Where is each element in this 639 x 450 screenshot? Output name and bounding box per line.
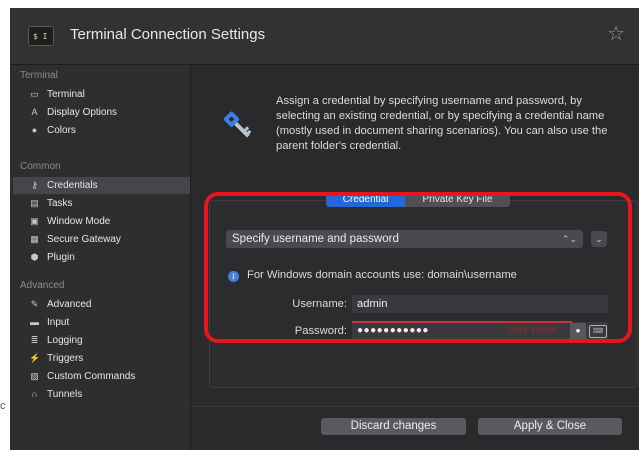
sidebar-section-terminal: Terminal — [20, 70, 58, 81]
sidebar-item-display-options[interactable]: A Display Options — [13, 104, 190, 121]
show-password-toggle[interactable]: ● — [570, 323, 586, 339]
keyboard-icon: ▬ — [30, 317, 39, 327]
terminal-icon: ▭ — [30, 89, 39, 99]
credential-description: Assign a credential by specifying userna… — [276, 95, 608, 152]
sidebar-item-secure-gateway[interactable]: ▦ Secure Gateway — [13, 231, 190, 248]
custom-commands-icon: ▧ — [30, 371, 39, 381]
sidebar-item-terminal[interactable]: ▭ Terminal — [13, 86, 190, 103]
sidebar-item-label: Tasks — [47, 198, 73, 209]
chevron-up-down-icon: ⌃⌄ — [561, 234, 577, 244]
username-value: admin — [357, 298, 388, 310]
colors-icon: ● — [31, 125, 38, 135]
domain-hint-text: For Windows domain accounts use: domain\… — [247, 269, 517, 281]
password-label: Password: — [294, 325, 347, 337]
sidebar: Terminal ▭ Terminal A Display Options ● … — [10, 65, 191, 450]
window-title: Terminal Connection Settings — [70, 26, 266, 43]
plugin-icon: ⬢ — [30, 252, 39, 262]
sidebar-item-advanced[interactable]: ✎ Advanced — [13, 296, 190, 313]
password-strength-bar — [352, 321, 572, 323]
sidebar-item-label: Triggers — [47, 353, 84, 364]
username-field[interactable]: admin — [352, 295, 608, 313]
sidebar-item-custom-commands[interactable]: ▧ Custom Commands — [13, 368, 190, 385]
credential-key-icon — [223, 111, 252, 138]
discard-changes-button[interactable]: Discard changes — [321, 418, 466, 435]
sidebar-item-label: Credentials — [47, 180, 98, 191]
sidebar-item-tasks[interactable]: ▤ Tasks — [13, 195, 190, 212]
sidebar-item-credentials[interactable]: ⚷ Credentials — [13, 177, 190, 194]
username-label: Username: — [292, 298, 347, 310]
sidebar-item-label: Custom Commands — [47, 371, 136, 382]
background-fragment: c — [0, 400, 6, 412]
terminal-app-icon: $ I — [28, 26, 54, 46]
settings-window: $ I Terminal Connection Settings ☆ Termi… — [10, 8, 639, 450]
sidebar-item-label: Window Mode — [47, 216, 111, 227]
credential-panel — [209, 200, 638, 388]
sidebar-item-label: Secure Gateway — [47, 234, 121, 245]
credentials-pane: Assign a credential by specifying userna… — [191, 65, 639, 450]
display-options-icon: A — [31, 107, 38, 117]
sidebar-section-advanced: Advanced — [20, 280, 65, 291]
title-bar: $ I Terminal Connection Settings ☆ — [10, 8, 639, 65]
logging-icon: ≣ — [30, 335, 39, 345]
sidebar-item-colors[interactable]: ● Colors — [13, 122, 190, 139]
sidebar-item-label: Logging — [47, 335, 83, 346]
window-mode-icon: ▣ — [30, 216, 39, 226]
sidebar-item-window-mode[interactable]: ▣ Window Mode — [13, 213, 190, 230]
credential-options-button[interactable]: ⌄ — [591, 231, 607, 247]
tasks-icon: ▤ — [30, 198, 39, 208]
sidebar-section-common: Common — [20, 161, 61, 172]
sidebar-item-input[interactable]: ▬ Input — [13, 314, 190, 331]
wrench-icon: ✎ — [30, 299, 39, 309]
sidebar-item-label: Tunnels — [47, 389, 83, 400]
sidebar-item-tunnels[interactable]: ∩ Tunnels — [13, 386, 190, 403]
tunnels-icon: ∩ — [31, 389, 38, 399]
password-masked-value: ●●●●●●●●●●● — [357, 325, 429, 336]
sidebar-item-label: Advanced — [47, 299, 92, 310]
tab-credential[interactable]: Credential — [326, 192, 405, 207]
sidebar-item-triggers[interactable]: ⚡ Triggers — [13, 350, 190, 367]
info-icon: i — [228, 271, 239, 282]
secure-gateway-icon: ▦ — [30, 234, 39, 244]
credential-mode-select[interactable]: Specify username and password ⌃⌄ — [226, 230, 583, 248]
apply-close-button[interactable]: Apply & Close — [478, 418, 622, 435]
sidebar-item-plugin[interactable]: ⬢ Plugin — [13, 249, 190, 266]
credential-mode-value: Specify username and password — [232, 233, 399, 245]
password-strength-label: Very Weak — [508, 325, 557, 336]
keyboard-icon[interactable]: ⌨ — [589, 325, 607, 338]
sidebar-item-label: Plugin — [47, 252, 75, 263]
sidebar-item-label: Input — [47, 317, 70, 328]
sidebar-item-label: Display Options — [47, 107, 118, 118]
favorite-star-icon[interactable]: ☆ — [607, 22, 625, 46]
credential-tabs: Credential Private Key File — [326, 192, 510, 207]
tab-private-key-file[interactable]: Private Key File — [405, 192, 510, 207]
sidebar-item-label: Terminal — [47, 89, 85, 100]
key-icon: ⚷ — [31, 180, 38, 190]
sidebar-item-logging[interactable]: ≣ Logging — [13, 332, 190, 349]
triggers-icon: ⚡ — [29, 353, 41, 363]
sidebar-item-label: Colors — [47, 125, 76, 136]
